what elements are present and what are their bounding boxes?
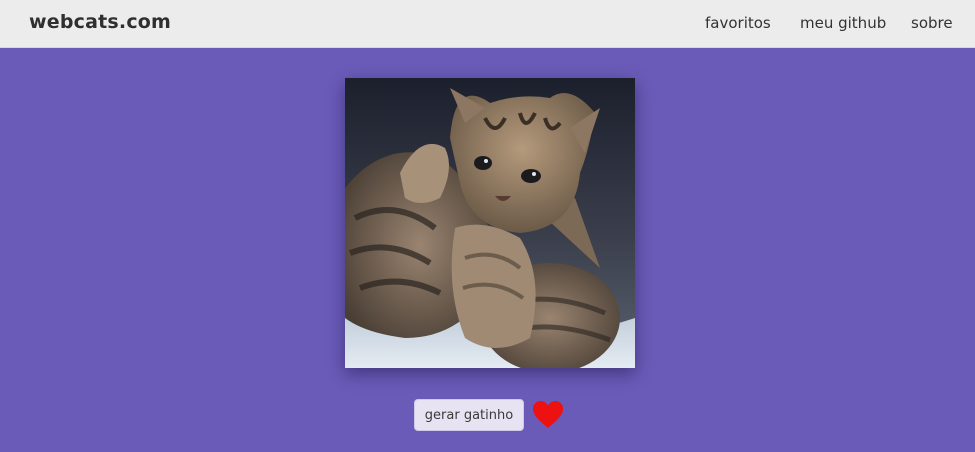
top-navbar: webcats.com favoritos meu github sobre [0,0,975,48]
brand-logo[interactable]: webcats.com [29,11,171,33]
heart-icon[interactable] [532,400,564,430]
nav-link-favoritos[interactable]: favoritos [705,14,771,32]
nav-link-github[interactable]: meu github [800,14,886,32]
actions-bar: gerar gatinho [414,399,574,431]
cat-photo [345,78,635,368]
generate-kitten-button[interactable]: gerar gatinho [414,399,524,431]
nav-link-sobre[interactable]: sobre [911,14,953,32]
cat-photo-illustration [345,78,635,368]
